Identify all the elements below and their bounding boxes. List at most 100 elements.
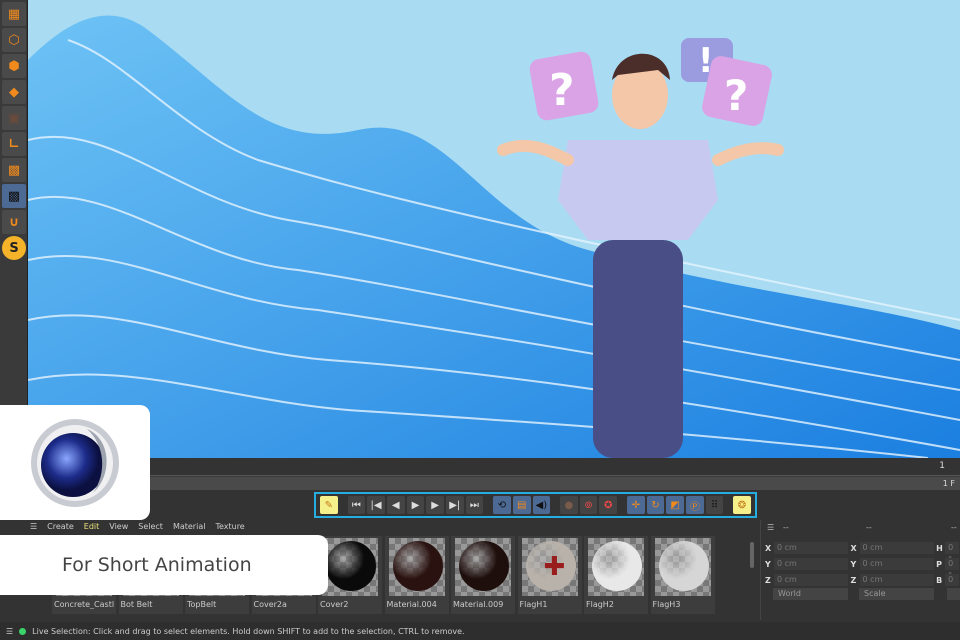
position-field[interactable]: 0 cm xyxy=(774,574,848,586)
material-preview xyxy=(388,538,445,596)
material-name: Cover2a xyxy=(253,600,287,609)
scheme-icon[interactable]: ❂ xyxy=(733,496,751,514)
previous-frame-icon[interactable]: ◀ xyxy=(386,496,405,514)
polygon-mode-icon[interactable]: ⬢ xyxy=(2,54,26,78)
apply-button[interactable] xyxy=(947,588,960,600)
record-key-icon[interactable]: ✎ xyxy=(320,496,338,514)
keyframe-track-icon[interactable]: ▤ xyxy=(512,496,531,514)
size-field[interactable]: 0 cm xyxy=(859,574,934,586)
loop-icon[interactable]: ⟲ xyxy=(493,496,511,514)
material-preview xyxy=(322,538,378,596)
autokeying-icon[interactable]: ✪ xyxy=(599,496,618,514)
rotation-key-icon[interactable]: ↻ xyxy=(646,496,665,514)
object-mode-icon[interactable]: ⬡ xyxy=(2,28,26,52)
position-key-icon[interactable]: ✛ xyxy=(626,496,645,514)
coords-header-position: -- xyxy=(783,523,789,532)
previous-key-icon[interactable]: |◀ xyxy=(367,496,385,514)
axis-icon[interactable]: ∟ xyxy=(2,132,26,156)
autokey-icon[interactable]: ● xyxy=(560,496,578,514)
3d-viewport[interactable]: ? ! ? xyxy=(28,0,960,458)
menu-texture[interactable]: Texture xyxy=(215,522,244,531)
material-name: FlagH1 xyxy=(519,600,548,609)
go-to-start-icon[interactable]: ⏮ xyxy=(347,496,366,514)
menu-icon[interactable]: ☰ xyxy=(30,522,37,531)
status-bar: ☰ Live Selection: Click and drag to sele… xyxy=(0,622,960,640)
current-frame: 1 xyxy=(939,461,945,471)
material-name: TopBelt xyxy=(187,600,217,609)
svg-text:?: ? xyxy=(724,71,748,120)
go-to-end-icon[interactable]: ⏭ xyxy=(465,496,484,514)
material-preview xyxy=(654,538,711,596)
next-frame-icon[interactable]: ▶ xyxy=(426,496,444,514)
parameter-key-icon[interactable]: Ⓟ xyxy=(685,496,704,514)
material-swatch[interactable]: Material.004 xyxy=(384,536,449,614)
scale-key-icon[interactable]: ◩ xyxy=(666,496,684,514)
menu-create[interactable]: Create xyxy=(47,522,74,531)
material-preview xyxy=(588,538,644,596)
material-name: Material.009 xyxy=(453,600,504,609)
model-mode-icon[interactable]: ▦ xyxy=(2,2,26,26)
material-swatch[interactable]: FlagH2 xyxy=(584,536,648,614)
material-name: Material.004 xyxy=(386,600,437,609)
material-preview xyxy=(455,538,511,596)
axis-label: B xyxy=(936,575,943,585)
coordinates-panel: ☰ -- -- -- X0 cm X0 cm H0 °Y0 cm Y0 cm P… xyxy=(760,520,960,620)
menu-material[interactable]: Material xyxy=(173,522,206,531)
rotation-field[interactable]: 0 ° xyxy=(945,558,960,580)
coords-header-rotation: -- xyxy=(951,523,957,532)
scene-render: ? ! ? xyxy=(28,15,960,458)
axis-label: H xyxy=(936,543,943,553)
cinema4d-logo-card xyxy=(0,405,150,520)
position-field[interactable]: 0 cm xyxy=(774,542,848,554)
coord-row: Z0 cm Z0 cm B0 ° xyxy=(765,574,960,596)
menu-icon[interactable]: ☰ xyxy=(6,627,13,636)
material-name: FlagH2 xyxy=(586,600,614,609)
axis-label: X xyxy=(765,543,772,553)
point-level-icon[interactable]: ⠿ xyxy=(705,496,724,514)
left-toolbar: ▦ ⬡ ⬢ ◆ ▣ ∟ ▩ ▩ ∪ S xyxy=(0,0,28,458)
status-indicator-icon xyxy=(19,627,27,635)
material-menu: ☰ Create Edit View Select Material Textu… xyxy=(30,522,245,531)
material-name: Cover2 xyxy=(320,600,349,609)
status-text: Live Selection: Click and drag to select… xyxy=(32,626,465,636)
texture-mode-icon[interactable]: ▣ xyxy=(2,106,26,130)
svg-text:?: ? xyxy=(549,65,575,116)
axis-label: Z xyxy=(765,575,771,585)
cinema4d-logo-icon xyxy=(31,418,119,507)
menu-view[interactable]: View xyxy=(109,522,128,531)
record-active-icon[interactable]: ⊚ xyxy=(579,496,598,514)
cross-icon: ✚ xyxy=(543,552,566,582)
coord-mode-select[interactable]: Scale xyxy=(859,588,934,600)
end-frame: 1 F xyxy=(942,479,955,488)
material-swatch[interactable]: FlagH3 xyxy=(650,536,715,614)
material-preview: ✚ xyxy=(521,538,578,596)
next-key-icon[interactable]: ▶| xyxy=(445,496,464,514)
coord-row: X0 cm X0 cm H0 ° xyxy=(765,542,960,564)
rotation-field[interactable]: 0 ° xyxy=(945,542,960,564)
material-scrollbar[interactable] xyxy=(750,542,754,568)
coord-system-select[interactable]: World xyxy=(773,588,848,600)
workplane-icon[interactable]: ▩ xyxy=(2,158,26,182)
axis-label: Y xyxy=(850,559,857,569)
coord-row: Y0 cm Y0 cm P0 ° xyxy=(765,558,960,580)
position-field[interactable]: 0 cm xyxy=(774,558,848,570)
material-swatch[interactable]: ✚ FlagH1 xyxy=(517,536,582,614)
play-icon[interactable]: ▶ xyxy=(406,496,425,514)
solo-icon[interactable]: S xyxy=(2,236,26,260)
axis-label: P xyxy=(936,559,942,569)
size-field[interactable]: 0 cm xyxy=(859,558,934,570)
axis-label: Y xyxy=(765,559,771,569)
menu-select[interactable]: Select xyxy=(138,522,163,531)
material-name: Concrete_Castle_s xyxy=(54,600,114,609)
material-name: FlagH3 xyxy=(652,600,681,609)
locked-workplane-icon[interactable]: ▩ xyxy=(2,184,26,208)
material-swatch[interactable]: Material.009 xyxy=(451,536,515,614)
coords-menu-icon[interactable]: ☰ xyxy=(767,523,774,532)
caption-card: For Short Animation xyxy=(0,535,328,595)
sound-icon[interactable]: ◀) xyxy=(532,496,551,514)
rotation-field[interactable]: 0 ° xyxy=(945,574,960,596)
magnet-snap-icon[interactable]: ∪ xyxy=(2,210,26,234)
size-field[interactable]: 0 cm xyxy=(859,542,934,554)
menu-edit[interactable]: Edit xyxy=(84,522,100,531)
edge-mode-icon[interactable]: ◆ xyxy=(2,80,26,104)
